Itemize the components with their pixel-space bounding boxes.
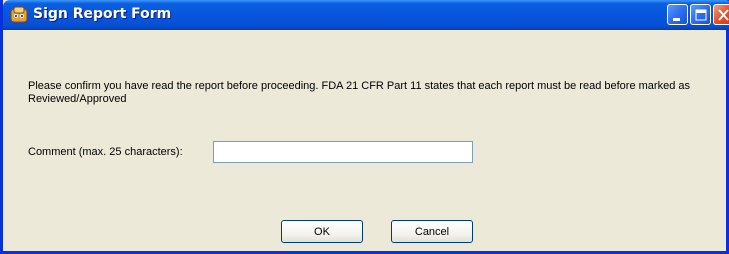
- app-icon: [10, 6, 28, 23]
- cancel-button[interactable]: Cancel: [391, 220, 473, 243]
- close-button[interactable]: [713, 4, 729, 25]
- window-title: Sign Report Form: [33, 6, 172, 22]
- title-bar[interactable]: Sign Report Form: [3, 0, 729, 30]
- maximize-button[interactable]: [690, 4, 711, 25]
- minimize-icon: [673, 18, 680, 21]
- close-icon: [718, 9, 729, 21]
- confirmation-message: Please confirm you have read the report …: [28, 80, 690, 105]
- dialog-window: Sign Report Form Please confirm you have…: [0, 0, 729, 254]
- minimize-button[interactable]: [667, 4, 688, 25]
- maximize-icon: [695, 9, 707, 21]
- ok-button[interactable]: OK: [281, 220, 363, 243]
- comment-input[interactable]: [213, 141, 473, 163]
- comment-label: Comment (max. 25 characters):: [28, 146, 183, 158]
